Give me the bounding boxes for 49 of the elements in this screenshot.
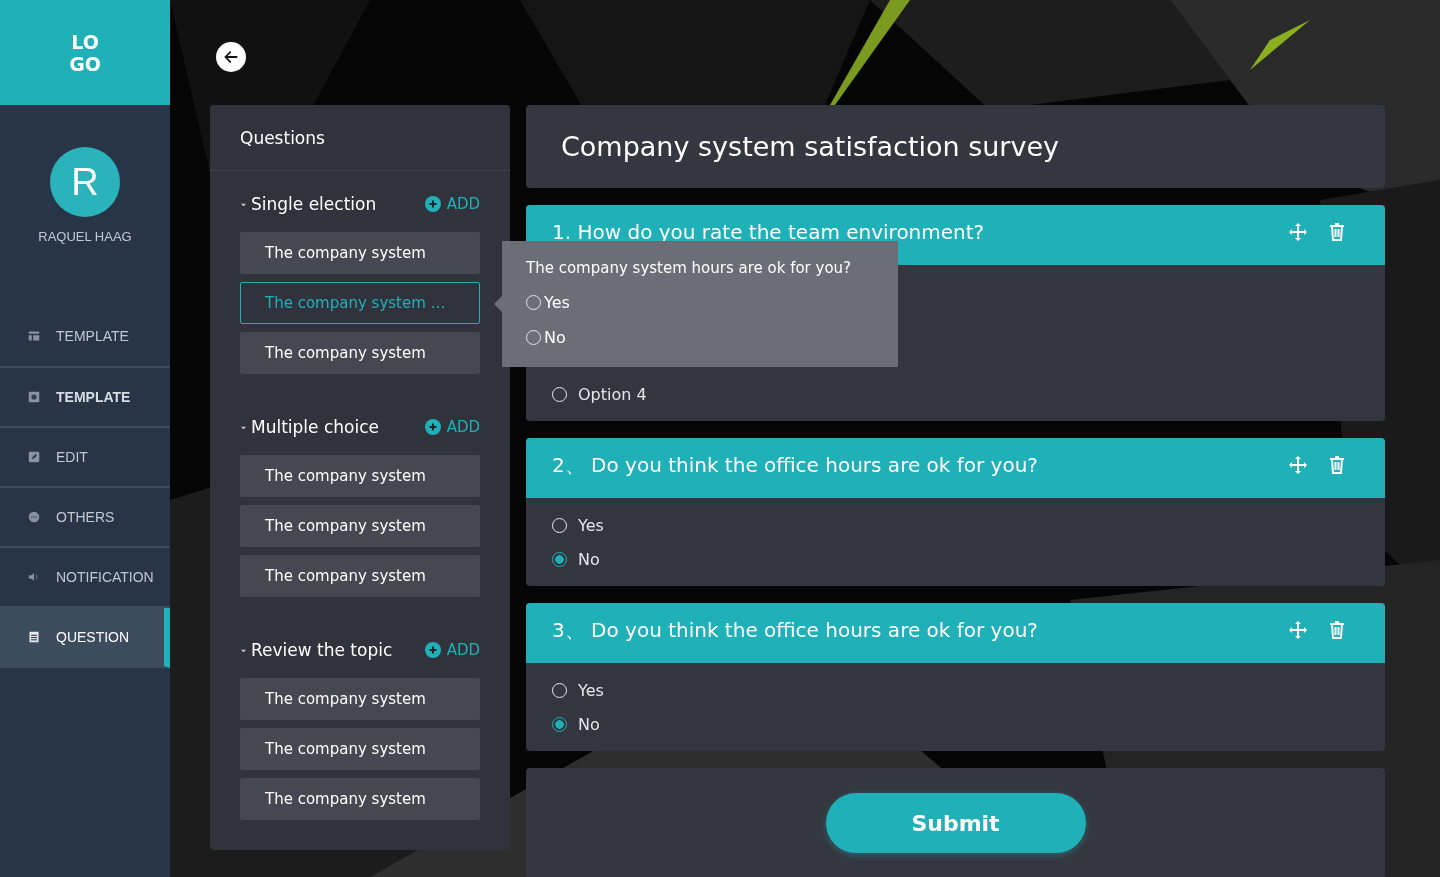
trash-icon [1327, 620, 1347, 640]
plus-circle-icon [424, 419, 441, 435]
option-label: Yes [578, 515, 604, 535]
plus-circle-icon [424, 196, 441, 212]
topic-item[interactable]: The company system [240, 728, 480, 770]
option-label: No [544, 328, 566, 347]
topic-item[interactable]: The company system [240, 232, 480, 274]
survey-title: Company system satisfaction survey [561, 131, 1060, 162]
group-title: Review the topic [251, 640, 393, 660]
topic-item[interactable]: The company system [240, 555, 480, 597]
user-name: RAQUEL HAAG [37, 229, 133, 244]
trash-icon [1327, 222, 1347, 242]
chat-dots-icon [28, 511, 40, 523]
plus-circle-icon [424, 642, 441, 658]
trash-icon [1327, 455, 1347, 475]
option-label: Option 4 [578, 384, 647, 404]
camera-icon [28, 391, 40, 403]
radio-button[interactable] [552, 551, 567, 567]
question-title: 3、 Do you think the office hours are ok for you? [552, 619, 1038, 641]
topic-item[interactable]: The company system … [240, 282, 480, 324]
move-icon [1288, 620, 1308, 640]
option-label: No [578, 549, 600, 569]
topic-item[interactable]: The company system [240, 678, 480, 720]
topic-item[interactable]: The company system [240, 505, 480, 547]
speaker-icon [28, 571, 40, 583]
panel-title: Questions [240, 127, 325, 148]
group-title: Single election [251, 194, 377, 214]
group-title: Multiple choice [251, 417, 379, 437]
option-label: Yes [544, 293, 570, 312]
topic-item[interactable]: The company system [240, 778, 480, 820]
add-button[interactable]: ADD [424, 641, 480, 659]
add-button[interactable]: ADD [424, 418, 480, 436]
popup-question: The company system hours are ok for you? [526, 259, 853, 279]
nav-item[interactable]: QUESTION [0, 608, 170, 668]
option-label: Yes [578, 680, 604, 700]
question-title: 2、 Do you think the office hours are ok for you? [552, 454, 1038, 476]
move-icon [1288, 222, 1308, 242]
pencil-icon [28, 451, 40, 463]
avatar: R [50, 147, 120, 217]
topic-item[interactable]: The company system [240, 455, 480, 497]
topic-item[interactable]: The company system [240, 332, 480, 374]
move-icon [1288, 455, 1308, 475]
radio-button[interactable] [552, 716, 567, 732]
document-icon [28, 631, 40, 643]
add-button[interactable]: ADD [424, 195, 480, 213]
question-title: 1. How do you rate the team environment? [552, 221, 985, 243]
layout-icon [28, 330, 40, 342]
logo: LO GO [0, 0, 170, 105]
option-label: No [578, 714, 600, 734]
